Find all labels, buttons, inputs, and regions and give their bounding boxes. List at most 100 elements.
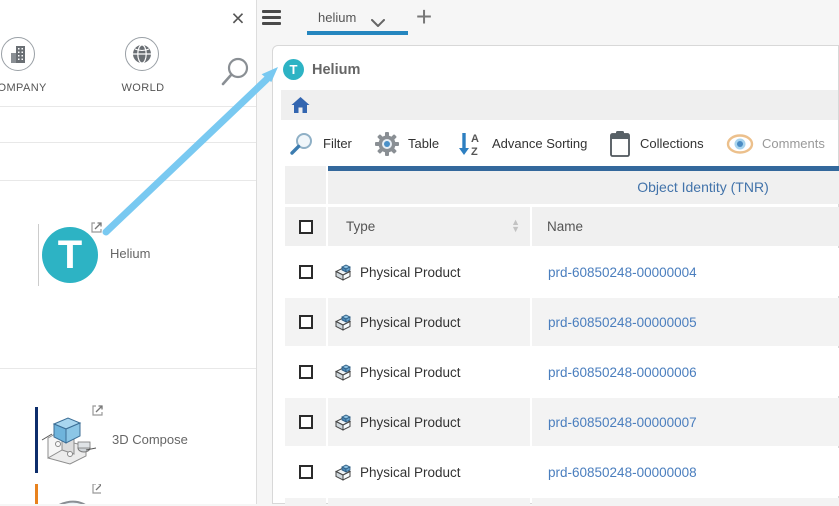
row-type-text: Physical Product bbox=[360, 415, 461, 430]
row-checkbox-cell bbox=[285, 498, 326, 506]
collections-label: Collections bbox=[640, 136, 704, 151]
category-world-button[interactable] bbox=[125, 37, 159, 71]
breadcrumb-bar bbox=[281, 90, 838, 120]
table-row-partial bbox=[285, 498, 839, 506]
active-tab-underline bbox=[307, 31, 408, 35]
advance-sorting-label: Advance Sorting bbox=[492, 136, 587, 151]
home-icon[interactable] bbox=[291, 96, 311, 114]
row-type-cell: Physical Product bbox=[328, 248, 530, 296]
row-checkbox[interactable] bbox=[299, 415, 313, 429]
row-name-cell bbox=[532, 498, 839, 506]
row-checkbox-cell bbox=[285, 398, 326, 446]
row-name-cell: prd-60850248-00000006 bbox=[532, 348, 839, 396]
gear-icon bbox=[374, 131, 400, 157]
row-checkbox-cell bbox=[285, 348, 326, 396]
group-header-label: Object Identity (TNR) bbox=[328, 171, 839, 203]
magnifier-icon bbox=[289, 131, 315, 157]
row-checkbox[interactable] bbox=[299, 465, 313, 479]
divider bbox=[0, 106, 257, 107]
comments-toggle[interactable]: Comments bbox=[726, 121, 825, 166]
page-title: Helium bbox=[312, 62, 360, 78]
select-all-cell bbox=[285, 207, 326, 246]
category-world-label: WORLD bbox=[112, 82, 174, 94]
table-row[interactable]: Physical Product prd-60850248-00000007 bbox=[285, 398, 839, 446]
row-type-cell: Physical Product bbox=[328, 398, 530, 446]
row-name-cell: prd-60850248-00000004 bbox=[532, 248, 839, 296]
category-company-label: COMPANY bbox=[0, 82, 50, 94]
filter-label: Filter bbox=[323, 136, 352, 151]
close-icon[interactable]: × bbox=[224, 4, 252, 32]
object-link[interactable]: prd-60850248-00000007 bbox=[548, 415, 697, 430]
row-checkbox-cell bbox=[285, 448, 326, 496]
column-header-type[interactable]: Type ▲▼ bbox=[328, 207, 530, 246]
object-link[interactable]: prd-60850248-00000005 bbox=[548, 315, 697, 330]
external-link-icon bbox=[90, 221, 103, 239]
advance-sorting-button[interactable]: A Z Advance Sorting bbox=[458, 121, 587, 166]
toolbar: Filter Table A Z bbox=[273, 121, 839, 166]
row-name-cell: prd-60850248-00000007 bbox=[532, 398, 839, 446]
building-icon bbox=[10, 45, 27, 64]
table-button[interactable]: Table bbox=[374, 121, 439, 166]
app-label-3d-compose: 3D Compose bbox=[112, 432, 188, 447]
collections-button[interactable]: Collections bbox=[608, 121, 704, 166]
row-type-cell bbox=[328, 498, 530, 506]
divider bbox=[0, 180, 257, 181]
row-checkbox[interactable] bbox=[299, 315, 313, 329]
globe-icon bbox=[132, 44, 152, 64]
row-type-text: Physical Product bbox=[360, 265, 461, 280]
row-type-cell: Physical Product bbox=[328, 298, 530, 346]
row-checkbox[interactable] bbox=[299, 365, 313, 379]
category-company-button[interactable] bbox=[1, 37, 35, 71]
object-link[interactable]: prd-60850248-00000006 bbox=[548, 365, 697, 380]
helium-badge-icon: T bbox=[283, 59, 304, 80]
app-tile-3d-compose[interactable] bbox=[35, 407, 101, 473]
3d-compose-icon bbox=[40, 410, 98, 468]
divider bbox=[0, 368, 257, 369]
physical-product-icon bbox=[335, 314, 352, 331]
type-column-label: Type bbox=[346, 219, 375, 234]
divider bbox=[0, 142, 257, 143]
table-row[interactable]: Physical Product prd-60850248-00000006 bbox=[285, 348, 839, 396]
new-tab-button[interactable]: + bbox=[410, 2, 438, 32]
physical-product-icon bbox=[335, 264, 352, 281]
helium-app-panel: T Helium Filter bbox=[272, 45, 839, 504]
row-type-cell: Physical Product bbox=[328, 448, 530, 496]
eye-icon bbox=[726, 134, 754, 154]
select-all-checkbox[interactable] bbox=[299, 220, 313, 234]
row-name-cell: prd-60850248-00000005 bbox=[532, 298, 839, 346]
tab-helium[interactable]: helium bbox=[318, 10, 356, 25]
hamburger-menu-icon[interactable] bbox=[262, 10, 281, 26]
app-label-helium: Helium bbox=[110, 246, 150, 261]
app-tile-partial[interactable] bbox=[35, 484, 101, 504]
physical-product-icon bbox=[335, 414, 352, 431]
external-link-icon bbox=[91, 484, 101, 500]
table-row[interactable]: Physical Product prd-60850248-00000008 bbox=[285, 448, 839, 496]
table-row[interactable]: Physical Product prd-60850248-00000004 bbox=[285, 248, 839, 296]
row-checkbox-cell bbox=[285, 248, 326, 296]
results-table: Object Identity (TNR) Type ▲▼ Name Physi… bbox=[285, 166, 839, 506]
group-header-cell: Object Identity (TNR) bbox=[328, 166, 839, 204]
row-checkbox-cell bbox=[285, 298, 326, 346]
table-group-header-row: Object Identity (TNR) bbox=[285, 166, 839, 204]
table-header-row: Type ▲▼ Name bbox=[285, 207, 839, 246]
clipboard-icon bbox=[608, 130, 632, 158]
row-type-cell: Physical Product bbox=[328, 348, 530, 396]
filter-button[interactable]: Filter bbox=[289, 121, 352, 166]
search-icon[interactable] bbox=[221, 56, 253, 90]
row-checkbox[interactable] bbox=[299, 265, 313, 279]
column-header-name[interactable]: Name bbox=[532, 207, 839, 246]
external-link-icon bbox=[91, 404, 104, 422]
table-label: Table bbox=[408, 136, 439, 151]
group-header-spacer bbox=[285, 166, 326, 204]
app-tile-helium[interactable]: T bbox=[38, 224, 100, 286]
comments-label: Comments bbox=[762, 136, 825, 151]
az-sort-icon: A Z bbox=[458, 130, 484, 158]
row-type-text: Physical Product bbox=[360, 465, 461, 480]
object-link[interactable]: prd-60850248-00000008 bbox=[548, 465, 697, 480]
row-type-text: Physical Product bbox=[360, 315, 461, 330]
app-drawer-panel: × COMPANY WORLD T bbox=[0, 0, 257, 504]
table-row[interactable]: Physical Product prd-60850248-00000005 bbox=[285, 298, 839, 346]
sort-icon[interactable]: ▲▼ bbox=[511, 219, 520, 233]
object-link[interactable]: prd-60850248-00000004 bbox=[548, 265, 697, 280]
physical-product-icon bbox=[335, 364, 352, 381]
